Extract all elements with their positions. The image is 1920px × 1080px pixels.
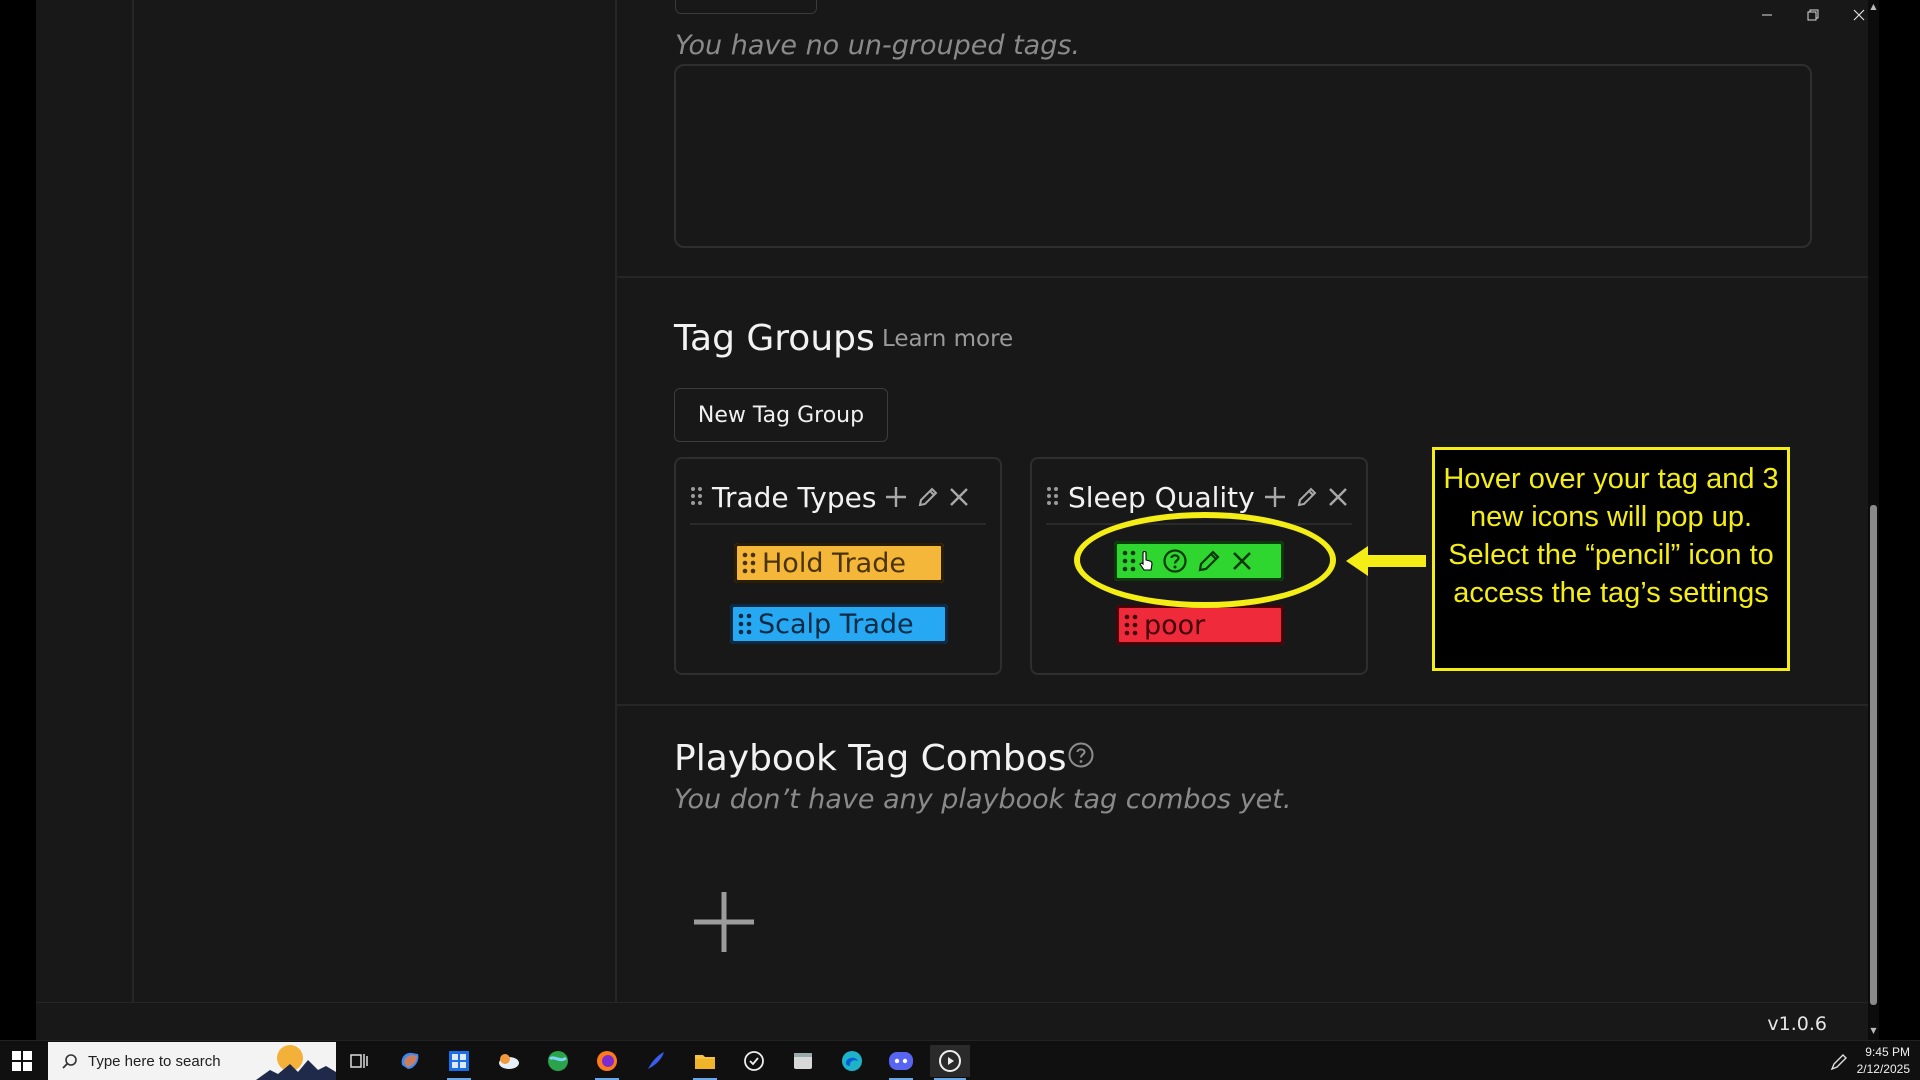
tag-chip[interactable]: Scalp Trade [730,604,948,644]
pen-tray-icon[interactable] [1830,1053,1848,1075]
file-explorer-icon[interactable] [689,1045,721,1080]
tag-chip[interactable]: poor [1116,605,1284,645]
group-name: Trade Types [712,480,877,514]
microsoft-store-icon[interactable] [443,1045,475,1080]
tag-label: Scalp Trade [758,608,914,640]
help-icon[interactable] [1067,741,1095,773]
new-tag-group-button[interactable]: New Tag Group [674,388,888,442]
windows-start-icon[interactable] [12,1051,32,1075]
arrow-left-icon [1344,544,1428,582]
highlight-ellipse [1074,512,1336,608]
drag-handle-icon[interactable] [738,612,752,636]
tray-clock[interactable]: 9:45 PM 2/12/2025 [1857,1044,1910,1078]
tray-date: 2/12/2025 [1856,1062,1910,1076]
search-highlight-art [256,1045,336,1080]
sidebar-divider [132,0,134,1002]
close-icon[interactable] [948,486,970,508]
playbook-title: Playbook Tag Combos [674,738,1067,779]
ungrouped-tags-dropzone[interactable] [674,64,1812,248]
firefox-icon[interactable] [591,1045,623,1080]
restore-icon[interactable] [1790,0,1836,30]
minimize-icon[interactable] [1744,0,1790,30]
discord-icon[interactable] [885,1045,917,1080]
add-tag-icon[interactable] [884,485,908,509]
app-icon-pen[interactable] [640,1045,672,1077]
playbook-empty-text: You don’t have any playbook tag combos y… [674,784,1292,815]
task-view-icon[interactable] [343,1045,375,1077]
edge-icon[interactable] [836,1045,868,1077]
scroll-up-icon[interactable]: ▲ [1869,2,1878,11]
taskbar: Type here to search 9:45 PM 2/12/2025 [0,1040,1920,1080]
tag-group-card-trade-types: Trade Types Hold Trade Scalp Trade [674,457,1002,675]
tag-label: poor [1144,609,1206,641]
search-icon [62,1053,78,1069]
group-header: Trade Types [690,473,970,521]
ungrouped-empty-text: You have no un-grouped tags. [675,30,1081,61]
taskbar-search[interactable]: Type here to search [48,1042,336,1080]
scroll-down-icon[interactable]: ▼ [1869,1026,1878,1035]
pencil-icon[interactable] [1295,485,1319,509]
app-icon-globe[interactable] [542,1045,574,1077]
version-label: v1.0.6 [1767,1013,1827,1035]
tag-label: Hold Trade [762,547,906,579]
add-combo-icon[interactable] [692,890,756,958]
app-footer: v1.0.6 [36,1002,1879,1040]
content-divider [615,0,617,1002]
annotation-callout: Hover over your tag and 3 new icons will… [1432,447,1790,671]
drag-handle-icon[interactable] [1124,613,1138,637]
drag-handle-icon[interactable] [742,551,756,575]
clock-check-icon[interactable] [738,1045,770,1077]
partial-button-top[interactable] [675,0,817,14]
window-controls [1744,0,1882,30]
scroll-thumb[interactable] [1870,505,1877,1005]
app-icon-window[interactable] [787,1045,819,1077]
section-divider [617,276,1868,278]
tray-time: 9:45 PM [1865,1045,1910,1059]
add-tag-icon[interactable] [1263,485,1287,509]
pencil-icon[interactable] [916,485,940,509]
group-name: Sleep Quality [1068,480,1255,514]
tag-groups-title: Tag Groups [674,318,875,359]
app-icon-weather[interactable] [493,1045,525,1077]
learn-more-link[interactable]: Learn more [882,326,1013,352]
left-black-strip [0,0,36,1040]
search-placeholder: Type here to search [88,1052,221,1070]
group-separator [690,523,986,525]
section-divider [617,704,1868,706]
media-player-icon[interactable] [930,1045,970,1080]
drag-handle-icon[interactable] [1046,486,1060,508]
copilot-icon[interactable] [394,1045,426,1077]
close-icon[interactable] [1327,486,1349,508]
scrollbar[interactable]: ▲ ▼ [1868,0,1879,1040]
drag-handle-icon[interactable] [690,486,704,508]
tag-chip[interactable]: Hold Trade [734,543,944,583]
